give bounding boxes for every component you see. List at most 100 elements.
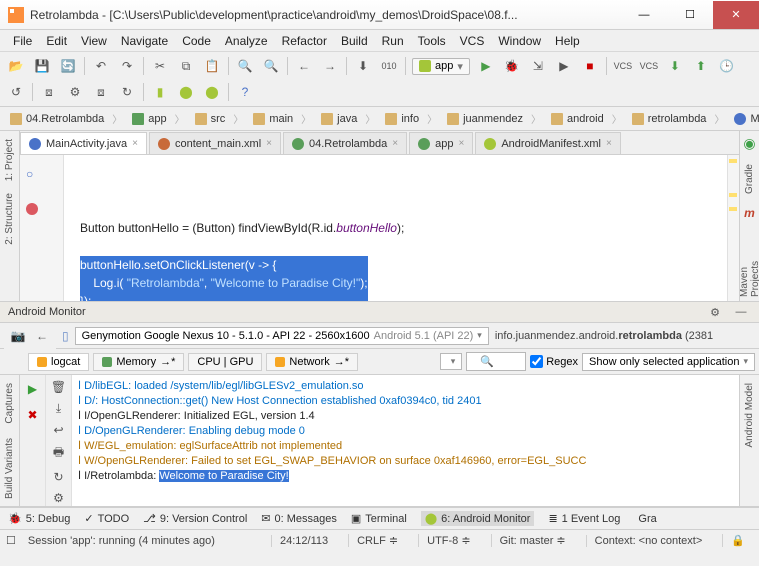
code-editor[interactable]: ○ Button buttonHello = (Button) findView… [20, 155, 739, 301]
menu-help[interactable]: Help [548, 32, 587, 50]
revert-icon[interactable]: ↺ [6, 82, 26, 102]
menu-code[interactable]: Code [175, 32, 218, 50]
avd-icon[interactable]: ▮ [150, 82, 170, 102]
override-marker-icon[interactable]: ○ [26, 165, 38, 177]
bottom-tab-1-event-log[interactable]: ≣ 1 Event Log [548, 512, 620, 525]
tab-memory[interactable]: Memory →* [93, 353, 184, 371]
run-icon[interactable]: ▶ [476, 56, 496, 76]
maximize-button[interactable]: ☐ [667, 1, 713, 29]
status-git[interactable]: Git: master ≑ [491, 534, 574, 547]
bottom-tab-5--debug[interactable]: 🐞 5: Debug [8, 512, 70, 525]
breadcrumb-android[interactable]: android [547, 111, 628, 126]
log-search[interactable]: 🔍 [466, 352, 526, 371]
log-line[interactable]: ا W/OpenGLRenderer: Failed to set EGL_SW… [78, 454, 733, 469]
menu-window[interactable]: Window [491, 32, 548, 50]
android-tool-icon[interactable]: ⬤ [176, 82, 196, 102]
find-icon[interactable]: 🔍 [235, 56, 255, 76]
sync-icon[interactable]: 🔄 [58, 56, 78, 76]
screenrec-icon[interactable]: ← [32, 326, 52, 346]
log-line[interactable]: ا I/OpenGLRenderer: Initialized EGL, ver… [78, 409, 733, 424]
commit-icon[interactable]: ⬆ [691, 56, 711, 76]
stop-icon[interactable]: ■ [580, 56, 600, 76]
filter-combo[interactable]: Show only selected application▾ [582, 353, 755, 371]
menu-edit[interactable]: Edit [39, 32, 74, 50]
make-cfg-icon[interactable]: 010 [379, 56, 399, 76]
bottom-tab-0--messages[interactable]: ✉ 0: Messages [261, 512, 337, 525]
rail-project[interactable]: 1: Project [4, 135, 15, 185]
vcs1-icon[interactable]: VCS [613, 56, 633, 76]
loglevel-combo[interactable]: ▾ [440, 353, 463, 370]
rail-structure[interactable]: 2: Structure [4, 189, 15, 249]
close-tab-icon[interactable]: × [606, 138, 612, 149]
maven-icon[interactable]: m [744, 206, 755, 220]
hide-icon[interactable]: — [731, 302, 751, 322]
status-lock-icon[interactable]: 🔒 [722, 534, 753, 547]
status-context[interactable]: Context: <no context> [586, 535, 711, 547]
gear-icon[interactable]: ⚙ [705, 302, 725, 322]
status-position[interactable]: 24:12/113 [271, 535, 336, 547]
menu-view[interactable]: View [74, 32, 114, 50]
log-line[interactable]: ا D/: HostConnection::get() New Host Con… [78, 394, 733, 409]
forward-icon[interactable]: → [320, 56, 340, 76]
vcs2-icon[interactable]: VCS [639, 56, 659, 76]
menu-build[interactable]: Build [334, 32, 375, 50]
tab-network[interactable]: Network →* [266, 353, 358, 371]
clear-icon[interactable]: 🗑 [49, 379, 69, 394]
gradle-icon[interactable]: ◉ [743, 135, 755, 152]
screenshot-icon[interactable]: 📷 [8, 326, 28, 346]
tab-app[interactable]: app× [409, 132, 473, 154]
structure-icon[interactable]: ⧈ [39, 82, 59, 102]
redo-icon[interactable]: ↷ [117, 56, 137, 76]
error-stripe[interactable] [727, 155, 739, 301]
breakpoint-icon[interactable] [26, 203, 38, 215]
tab-04.Retrolambda[interactable]: 04.Retrolambda× [283, 132, 407, 154]
paste-icon[interactable]: 📋 [202, 56, 222, 76]
update-icon[interactable]: ⬇ [665, 56, 685, 76]
replace-icon[interactable]: 🔍 [261, 56, 281, 76]
close-tab-icon[interactable]: × [392, 138, 398, 149]
run-config-combo[interactable]: app ▾ [412, 58, 470, 75]
breadcrumb-info[interactable]: info [381, 111, 443, 126]
attach-icon[interactable]: ⇲ [528, 56, 548, 76]
help-icon[interactable]: ? [235, 82, 255, 102]
open-icon[interactable]: 📂 [6, 56, 26, 76]
menu-analyze[interactable]: Analyze [218, 32, 275, 50]
regex-checkbox[interactable]: Regex [530, 355, 578, 368]
menu-tools[interactable]: Tools [411, 32, 453, 50]
bottom-tab-6--android-monitor[interactable]: ⬤ 6: Android Monitor [421, 511, 535, 526]
settings-icon[interactable]: ⚙ [65, 82, 85, 102]
process-combo[interactable]: info.juanmendez.android.retrolambda (238… [495, 330, 713, 342]
restart-icon[interactable]: ↻ [49, 469, 69, 484]
tab-cpu[interactable]: CPU | GPU [188, 353, 262, 371]
breadcrumb-app[interactable]: app [128, 111, 190, 126]
print-icon[interactable]: 🖶 [49, 443, 69, 463]
close-tab-icon[interactable]: × [459, 138, 465, 149]
status-encoding[interactable]: UTF-8 ≑ [418, 534, 478, 547]
close-tab-icon[interactable]: × [266, 138, 272, 149]
log-line[interactable]: ا I/Retrolambda: Welcome to Paradise Cit… [78, 469, 733, 484]
breadcrumb-mainactivity[interactable]: MainActivity [730, 113, 759, 125]
rail-captures[interactable]: Captures [4, 379, 15, 428]
sync-gradle-icon[interactable]: ↻ [117, 82, 137, 102]
breadcrumb-retrolambda[interactable]: retrolambda [628, 111, 731, 126]
device-combo[interactable]: Genymotion Google Nexus 10 - 5.1.0 - API… [75, 327, 489, 345]
close-tab-icon[interactable]: × [132, 138, 138, 149]
breadcrumb-src[interactable]: src [191, 111, 250, 126]
log-line[interactable]: ا D/OpenGLRenderer: Enabling debug mode … [78, 424, 733, 439]
rail-build-variants[interactable]: Build Variants [4, 434, 15, 503]
tab-AndroidManifest.xml[interactable]: AndroidManifest.xml× [475, 132, 621, 154]
scroll-end-icon[interactable]: ⤓ [49, 400, 69, 415]
run-icon[interactable]: ▶ [23, 379, 43, 399]
bottom-tab-terminal[interactable]: ▣ Terminal [351, 512, 407, 525]
rail-gradle[interactable]: Gradle [744, 160, 755, 198]
bottom-tab-gra[interactable]: Gra [634, 513, 656, 525]
soft-wrap-icon[interactable]: ↩ [49, 422, 69, 437]
settings2-icon[interactable]: ⚙ [49, 491, 69, 506]
save-icon[interactable]: 💾 [32, 56, 52, 76]
logcat-output[interactable]: ا D/libEGL: loaded /system/lib/egl/libGL… [72, 375, 739, 506]
log-line[interactable]: ا W/EGL_emulation: eglSurfaceAttrib not … [78, 439, 733, 454]
breadcrumb-main[interactable]: main [249, 111, 317, 126]
breadcrumb-java[interactable]: java [317, 111, 381, 126]
stop-icon[interactable]: ✖ [23, 405, 43, 425]
close-button[interactable]: ✕ [713, 1, 759, 29]
